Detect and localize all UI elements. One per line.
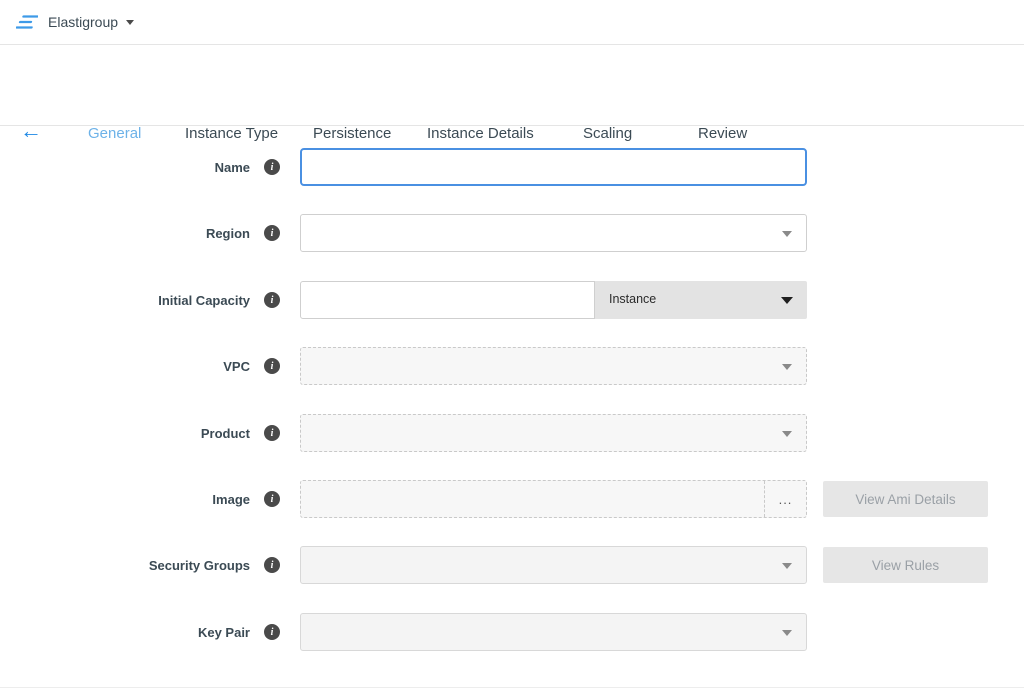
field-row-product: Product i bbox=[0, 414, 1024, 452]
vpc-label: VPC bbox=[0, 347, 250, 385]
initial-capacity-label: Initial Capacity bbox=[0, 281, 250, 319]
general-settings-form: Name i Region i Initial Capacity i Insta… bbox=[0, 126, 1024, 688]
chevron-down-icon bbox=[126, 20, 134, 25]
field-row-initial-capacity: Initial Capacity i Instance bbox=[0, 281, 1024, 319]
key-pair-label: Key Pair bbox=[0, 613, 250, 651]
image-browse-button[interactable]: ... bbox=[764, 481, 806, 517]
elastigroup-wizard-page: { "header": { "app_name": "Elastigroup" … bbox=[0, 0, 1024, 688]
info-icon[interactable]: i bbox=[264, 292, 280, 308]
info-icon[interactable]: i bbox=[264, 491, 280, 507]
info-icon[interactable]: i bbox=[264, 425, 280, 441]
image-value bbox=[301, 481, 764, 517]
top-bar: Elastigroup bbox=[0, 0, 1024, 45]
security-groups-select[interactable] bbox=[300, 546, 807, 584]
field-row-key-pair: Key Pair i bbox=[0, 613, 1024, 651]
product-label: Product bbox=[0, 414, 250, 452]
capacity-unit-select[interactable]: Instance bbox=[595, 281, 807, 319]
info-icon[interactable]: i bbox=[264, 225, 280, 241]
region-select[interactable] bbox=[300, 214, 807, 252]
elastigroup-product-switcher[interactable]: Elastigroup bbox=[16, 14, 134, 31]
initial-capacity-input[interactable] bbox=[300, 281, 595, 319]
field-row-image: Image i ... View Ami Details bbox=[0, 480, 1024, 518]
view-rules-button[interactable]: View Rules bbox=[823, 547, 988, 583]
chevron-down-icon bbox=[782, 364, 792, 370]
image-field: ... bbox=[300, 480, 807, 518]
chevron-down-icon bbox=[782, 563, 792, 569]
region-label: Region bbox=[0, 214, 250, 252]
info-icon[interactable]: i bbox=[264, 557, 280, 573]
field-row-name: Name i bbox=[0, 148, 1024, 186]
chevron-down-icon bbox=[782, 231, 792, 237]
field-row-security-groups: Security Groups i View Rules bbox=[0, 546, 1024, 584]
chevron-down-icon bbox=[781, 297, 793, 304]
name-label: Name bbox=[0, 148, 250, 186]
image-label: Image bbox=[0, 480, 250, 518]
info-icon[interactable]: i bbox=[264, 624, 280, 640]
security-groups-label: Security Groups bbox=[0, 546, 250, 584]
product-name: Elastigroup bbox=[48, 14, 118, 30]
chevron-down-icon bbox=[782, 431, 792, 437]
wizard-tab-bar: ← General Instance Type Persistence Inst… bbox=[0, 46, 1024, 126]
elastigroup-logo-icon bbox=[16, 14, 38, 31]
name-input[interactable] bbox=[300, 148, 807, 186]
info-icon[interactable]: i bbox=[264, 358, 280, 374]
field-row-vpc: VPC i bbox=[0, 347, 1024, 385]
chevron-down-icon bbox=[782, 630, 792, 636]
capacity-unit-value: Instance bbox=[609, 292, 656, 306]
field-row-region: Region i bbox=[0, 214, 1024, 252]
vpc-select bbox=[300, 347, 807, 385]
info-icon[interactable]: i bbox=[264, 159, 280, 175]
view-ami-details-button[interactable]: View Ami Details bbox=[823, 481, 988, 517]
product-select bbox=[300, 414, 807, 452]
key-pair-select[interactable] bbox=[300, 613, 807, 651]
